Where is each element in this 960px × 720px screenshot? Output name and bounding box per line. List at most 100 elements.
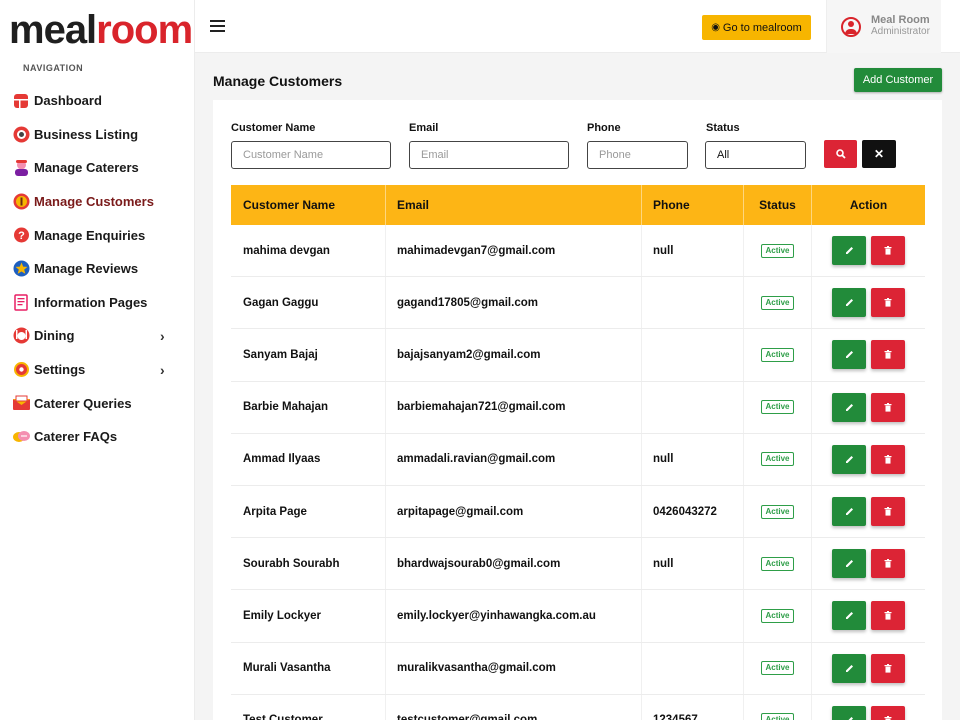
cell-actions — [812, 590, 925, 641]
status-badge: Active — [761, 608, 794, 623]
delete-button[interactable] — [871, 392, 905, 422]
cell-customer-name: Ammad Ilyaas — [231, 433, 386, 485]
search-button[interactable] — [824, 140, 857, 168]
edit-button[interactable] — [832, 236, 866, 266]
sidebar-item-dashboard[interactable]: Dashboard — [0, 84, 195, 118]
cell-actions — [812, 382, 925, 433]
brand-logo[interactable]: mealroom — [9, 6, 193, 54]
sidebar-item-manage-customers[interactable]: Manage Customers — [0, 185, 195, 219]
cell-phone — [642, 381, 744, 433]
chevron-right-icon: › — [160, 361, 165, 378]
svg-text:?: ? — [18, 230, 25, 242]
table-row: Sourabh Sourabh bhardwajsourab0@gmail.com… — [231, 538, 925, 591]
customer-name-input[interactable]: Customer Name — [231, 141, 391, 169]
table-row: Arpita Page arpitapage@gmail.com 042604327… — [231, 485, 925, 539]
cell-actions — [812, 486, 925, 537]
edit-button[interactable] — [832, 653, 866, 683]
sidebar-item-caterer-faqs[interactable]: Caterer FAQs — [0, 420, 195, 454]
cell-email: barbiemahajan721@gmail.com — [386, 381, 642, 433]
email-filter-label: Email — [409, 122, 439, 134]
status-badge: Active — [761, 713, 794, 720]
trash-icon — [884, 611, 892, 621]
cell-phone: null — [642, 433, 744, 485]
edit-button[interactable] — [832, 549, 866, 579]
cell-status: Active — [744, 277, 812, 329]
phone-filter-label: Phone — [587, 122, 621, 134]
delete-button[interactable] — [871, 705, 905, 720]
trash-icon — [884, 246, 892, 255]
cell-email: mahimadevgan7@gmail.com — [386, 225, 642, 277]
trash-icon — [884, 298, 892, 307]
cell-actions — [812, 643, 925, 694]
status-select[interactable]: All — [705, 141, 806, 169]
edit-button[interactable] — [832, 288, 866, 318]
go-to-mealroom-button[interactable]: ◉ Go to mealroom — [702, 15, 811, 40]
edit-button[interactable] — [832, 705, 866, 720]
sidebar-item-caterer-queries[interactable]: Caterer Queries — [0, 386, 195, 420]
trash-icon — [884, 350, 892, 360]
pencil-icon — [845, 560, 853, 568]
sidebar-item-manage-enquiries[interactable]: ? Manage Enquiries — [0, 218, 195, 252]
logo-part-meal: meal — [9, 8, 97, 52]
trash-icon — [884, 663, 892, 673]
delete-button[interactable] — [871, 653, 905, 683]
add-customer-button[interactable]: Add Customer — [854, 68, 942, 92]
nav-heading: NAVIGATION — [23, 63, 84, 73]
user-menu[interactable]: Meal Room Administrator — [826, 0, 941, 53]
cell-email: arpitapage@gmail.com — [386, 485, 642, 538]
table-row: Murali Vasantha muralikvasantha@gmail.com… — [231, 642, 925, 695]
topbar: ◉ Go to mealroom Meal Room Administrator — [195, 0, 960, 53]
trash-icon — [884, 715, 892, 720]
cell-actions — [812, 277, 925, 328]
sidebar-item-manage-caterers[interactable]: Manage Caterers — [0, 151, 195, 185]
column-header-customer-name: Customer Name — [231, 185, 386, 225]
chef-icon — [12, 159, 30, 177]
cell-status: Active — [744, 590, 812, 642]
edit-button[interactable] — [832, 444, 866, 474]
cell-actions — [812, 225, 925, 276]
email-input[interactable]: Email — [409, 141, 569, 169]
delete-button[interactable] — [871, 497, 905, 527]
customers-card: Customer Name Customer Name Email Email … — [213, 100, 942, 720]
delete-button[interactable] — [871, 340, 905, 370]
table-row: Barbie Mahajan barbiemahajan721@gmail.com… — [231, 381, 925, 434]
sidebar-item-settings[interactable]: Settings › — [0, 353, 195, 387]
sidebar-item-manage-reviews[interactable]: Manage Reviews — [0, 252, 195, 286]
close-icon: ✕ — [873, 147, 885, 161]
edit-button[interactable] — [832, 497, 866, 527]
table-row: mahima devgan mahimadevgan7@gmail.com null… — [231, 225, 925, 278]
sidebar: mealroom NAVIGATION Dashboard Business L… — [0, 0, 195, 720]
delete-button[interactable] — [871, 288, 905, 318]
sidebar-item-label: Manage Enquiries — [34, 227, 146, 243]
star-icon — [12, 260, 30, 278]
pencil-icon — [845, 351, 853, 359]
sidebar-item-dining[interactable]: Dining › — [0, 319, 195, 353]
delete-button[interactable] — [871, 444, 905, 474]
cell-email: ammadali.ravian@gmail.com — [386, 433, 642, 485]
cell-actions — [812, 695, 925, 720]
question-icon: ? — [12, 226, 30, 244]
cell-email: testcustomer@gmail.com — [386, 694, 642, 720]
sidebar-item-label: Manage Reviews — [34, 261, 139, 277]
edit-button[interactable] — [832, 340, 866, 370]
cell-customer-name: Test Customer — [231, 694, 386, 720]
cell-email: muralikvasantha@gmail.com — [386, 642, 642, 694]
hamburger-menu-icon[interactable] — [210, 20, 225, 32]
status-badge: Active — [761, 661, 794, 676]
edit-button[interactable] — [832, 392, 866, 422]
phone-input[interactable]: Phone — [587, 141, 688, 169]
edit-button[interactable] — [832, 601, 866, 631]
cell-phone: 0426043272 — [642, 485, 744, 538]
delete-button[interactable] — [871, 601, 905, 631]
status-badge: Active — [761, 556, 794, 571]
clear-filters-button[interactable]: ✕ — [862, 140, 896, 168]
cell-actions — [812, 434, 925, 485]
sidebar-item-label: Caterer FAQs — [34, 429, 118, 445]
column-header-phone: Phone — [642, 185, 744, 225]
delete-button[interactable] — [871, 236, 905, 266]
cell-phone: null — [642, 538, 744, 590]
sidebar-item-information-pages[interactable]: Information Pages — [0, 286, 195, 320]
delete-button[interactable] — [871, 549, 905, 579]
sidebar-item-business-listing[interactable]: Business Listing — [0, 118, 195, 152]
table-row: Ammad Ilyaas ammadali.ravian@gmail.com nul… — [231, 433, 925, 486]
